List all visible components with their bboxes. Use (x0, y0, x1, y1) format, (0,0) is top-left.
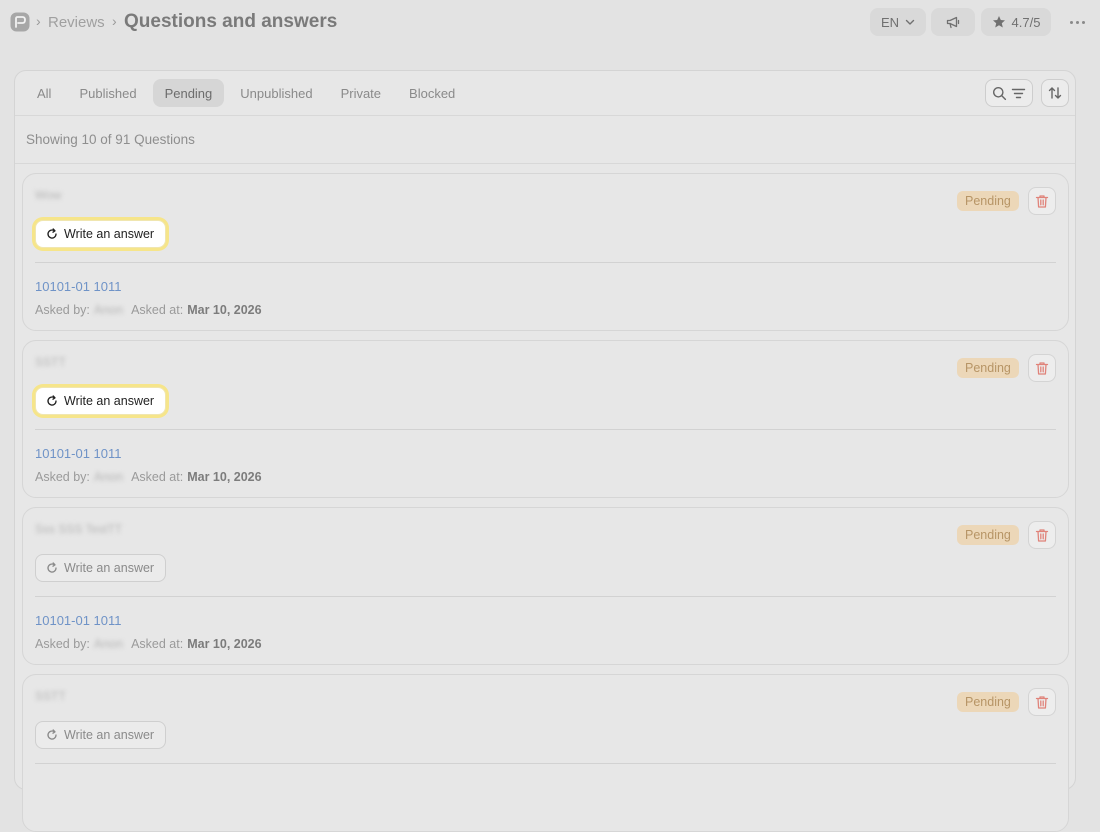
question-text: SSTT (35, 689, 66, 703)
star-icon (992, 16, 1005, 28)
delete-button[interactable] (1028, 354, 1056, 382)
tab-published[interactable]: Published (67, 79, 148, 107)
breadcrumb-separator: › (36, 13, 41, 29)
page-title: Questions and answers (124, 11, 338, 32)
product-link[interactable]: 10101-01 1011 (35, 279, 122, 294)
trash-icon (1035, 194, 1049, 208)
delete-button[interactable] (1028, 521, 1056, 549)
delete-button[interactable] (1028, 688, 1056, 716)
divider (35, 262, 1056, 263)
breadcrumb-separator: › (112, 13, 117, 29)
write-answer-label: Write an answer (64, 394, 155, 408)
question-meta: Asked by: Anon Asked at: Mar 10, 2026 (35, 637, 262, 651)
question-card: SSTT Pending Write an answer (22, 674, 1069, 832)
trash-icon (1035, 361, 1049, 375)
rating-button[interactable]: 4.7/5 (981, 8, 1051, 36)
refresh-icon (47, 395, 57, 406)
status-tabs: All Published Pending Unpublished Privat… (25, 79, 467, 107)
tab-private[interactable]: Private (329, 79, 393, 107)
search-filter-button[interactable] (985, 79, 1033, 107)
question-text: Sss SSS TestTT (35, 522, 123, 536)
divider (35, 596, 1056, 597)
write-answer-button[interactable]: Write an answer (35, 220, 167, 248)
status-badge: Pending (957, 692, 1019, 712)
question-meta: Asked by: Anon Asked at: Mar 10, 2026 (35, 303, 262, 317)
asked-by-label: Asked by: (35, 637, 90, 651)
write-answer-label: Write an answer (64, 227, 155, 241)
chevron-down-icon (905, 19, 915, 25)
question-card: SSTT Pending Write an answer 10101-01 10… (22, 340, 1069, 498)
divider (15, 115, 1075, 116)
status-badge: Pending (957, 525, 1019, 545)
asker-name: Anon (93, 637, 124, 651)
write-answer-button[interactable]: Write an answer (35, 554, 167, 582)
top-bar: › Reviews › Questions and answers EN 4.7… (0, 0, 1100, 46)
more-horizontal-icon[interactable] (1066, 12, 1088, 32)
question-meta: Asked by: Anon Asked at: Mar 10, 2026 (35, 470, 262, 484)
asked-at-label: Asked at: (131, 470, 184, 484)
product-link[interactable]: 10101-01 1011 (35, 613, 122, 628)
rating-value: 4.7/5 (1011, 14, 1041, 30)
tab-blocked[interactable]: Blocked (397, 79, 467, 107)
write-answer-button[interactable]: Write an answer (35, 387, 167, 415)
asker-name: Anon (93, 470, 124, 484)
write-answer-label: Write an answer (64, 728, 155, 742)
language-label: EN (880, 14, 900, 30)
product-link[interactable]: 10101-01 1011 (35, 446, 122, 461)
asked-at-date: Mar 10, 2026 (187, 470, 262, 484)
question-card: Wow Pending Write an answer 10101-01 101… (22, 173, 1069, 331)
language-selector[interactable]: EN (870, 8, 926, 36)
write-answer-label: Write an answer (64, 561, 155, 575)
asked-at-label: Asked at: (131, 637, 184, 651)
asked-by-label: Asked by: (35, 470, 90, 484)
divider (35, 429, 1056, 430)
delete-button[interactable] (1028, 187, 1056, 215)
sort-arrows-icon (1048, 87, 1062, 99)
refresh-icon (47, 729, 57, 740)
refresh-icon (47, 228, 57, 239)
sort-button[interactable] (1041, 79, 1069, 107)
status-badge: Pending (957, 358, 1019, 378)
asker-name: Anon (93, 303, 124, 317)
question-text: Wow (35, 188, 62, 202)
megaphone-icon (946, 16, 960, 29)
filter-icon (1011, 88, 1026, 98)
results-count: Showing 10 of 91 Questions (26, 132, 195, 147)
tab-unpublished[interactable]: Unpublished (228, 79, 324, 107)
asked-at-date: Mar 10, 2026 (187, 303, 262, 317)
announcements-button[interactable] (931, 8, 975, 36)
divider (15, 163, 1075, 164)
questions-panel: All Published Pending Unpublished Privat… (14, 70, 1076, 832)
divider (35, 763, 1056, 764)
trash-icon (1035, 528, 1049, 542)
write-answer-button[interactable]: Write an answer (35, 721, 167, 749)
trash-icon (1035, 695, 1049, 709)
asked-by-label: Asked by: (35, 303, 90, 317)
tab-all[interactable]: All (25, 79, 63, 107)
tab-pending[interactable]: Pending (152, 79, 225, 107)
search-icon (993, 86, 1007, 100)
question-card: Sss SSS TestTT Pending Write an answer 1… (22, 507, 1069, 665)
asked-at-label: Asked at: (131, 303, 184, 317)
chat-bubble-logo-icon[interactable] (10, 12, 30, 32)
question-text: SSTT (35, 355, 66, 369)
status-badge: Pending (957, 191, 1019, 211)
refresh-icon (47, 562, 57, 573)
breadcrumb-reviews[interactable]: Reviews (48, 14, 105, 31)
asked-at-date: Mar 10, 2026 (187, 637, 262, 651)
